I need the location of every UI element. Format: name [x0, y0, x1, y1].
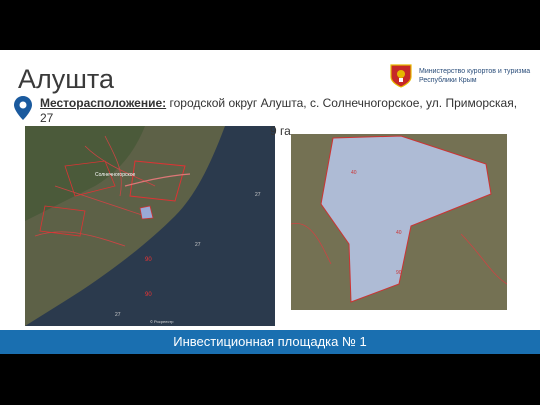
map-place-label: Солнечногорское — [95, 172, 136, 178]
svg-text:27: 27 — [195, 242, 201, 248]
location-text-continued: 27 — [40, 111, 54, 125]
slide: Алушта Месторасположение: городской окру… — [0, 50, 540, 354]
plot-detail-map: 40 40 90 — [291, 134, 507, 310]
svg-text:40: 40 — [396, 230, 402, 236]
svg-text:90: 90 — [145, 292, 152, 298]
area-text: 9 га — [270, 124, 291, 138]
location-pin-icon — [14, 96, 32, 120]
page-title: Алушта — [18, 64, 115, 94]
svg-text:40: 40 — [351, 170, 357, 176]
location-text: городской округ Алушта, с. Солнечногорск… — [166, 96, 518, 110]
banner-title: Инвестиционная площадка № 1 — [173, 334, 367, 349]
svg-text:90: 90 — [145, 257, 152, 263]
cadastral-map-overview: Солнечногорское 90 27 27 27 90 © Росреес… — [25, 126, 275, 326]
svg-text:27: 27 — [255, 192, 261, 198]
map-copyright: © Росреестр — [150, 319, 174, 324]
svg-text:27: 27 — [115, 312, 121, 318]
svg-text:90: 90 — [396, 270, 402, 276]
ministry-line1: Министерство курортов и туризма — [419, 68, 531, 75]
crimea-crest-icon — [390, 64, 412, 88]
location-line: Месторасположение: городской округ Алушт… — [40, 96, 530, 111]
location-label: Месторасположение: — [40, 96, 167, 110]
ministry-line2: Республики Крым — [419, 77, 477, 84]
banner: Инвестиционная площадка № 1 — [0, 330, 540, 354]
